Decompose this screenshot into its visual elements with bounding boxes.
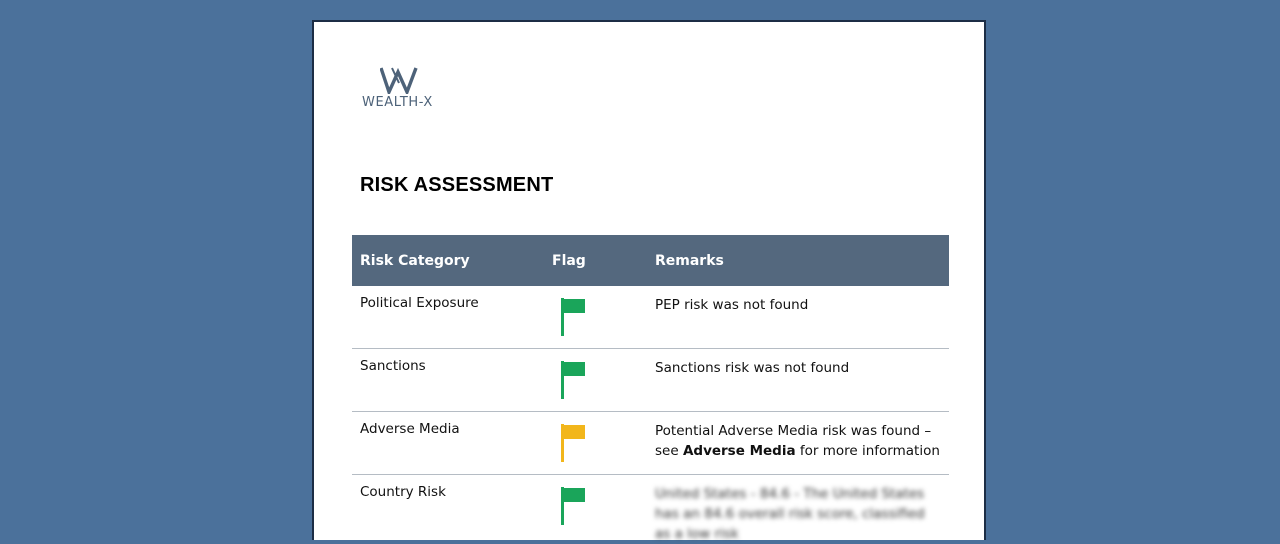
risk-category: Political Exposure: [360, 295, 479, 311]
header-remarks: Remarks: [655, 253, 724, 269]
green-flag-icon: [558, 486, 588, 530]
table-row: Country Risk United States - 84.6 - The …: [352, 475, 949, 542]
page-title: RISK ASSESSMENT: [360, 174, 554, 196]
green-flag-icon: [558, 360, 588, 404]
yellow-flag-icon: [558, 423, 588, 467]
risk-category: Sanctions: [360, 358, 426, 374]
table-header: Risk Category Flag Remarks: [352, 235, 949, 286]
table-row: Adverse Media Potential Adverse Media ri…: [352, 412, 949, 475]
header-risk-category: Risk Category: [360, 253, 470, 269]
risk-category: Country Risk: [360, 484, 446, 500]
green-flag-icon: [558, 297, 588, 341]
wealthx-w-icon: [380, 67, 418, 94]
adverse-media-link[interactable]: Adverse Media: [683, 443, 796, 459]
logo-text: WEALTH-X: [362, 95, 433, 110]
risk-table: Risk Category Flag Remarks Political Exp…: [352, 235, 949, 542]
header-flag: Flag: [552, 253, 586, 269]
remark: PEP risk was not found: [655, 297, 809, 313]
remark-text: for more information: [799, 443, 940, 459]
document-page: WEALTH-X RISK ASSESSMENT Risk Category F…: [312, 20, 986, 542]
wealthx-logo: WEALTH-X: [362, 66, 442, 110]
remark-blurred: United States - 84.6 - The United States…: [655, 486, 925, 542]
table-row: Political Exposure PEP risk was not foun…: [352, 286, 949, 349]
risk-category: Adverse Media: [360, 421, 460, 437]
remark: Sanctions risk was not found: [655, 360, 850, 376]
table-row: Sanctions Sanctions risk was not found: [352, 349, 949, 412]
remark: Potential Adverse Media risk was found –…: [655, 421, 940, 461]
